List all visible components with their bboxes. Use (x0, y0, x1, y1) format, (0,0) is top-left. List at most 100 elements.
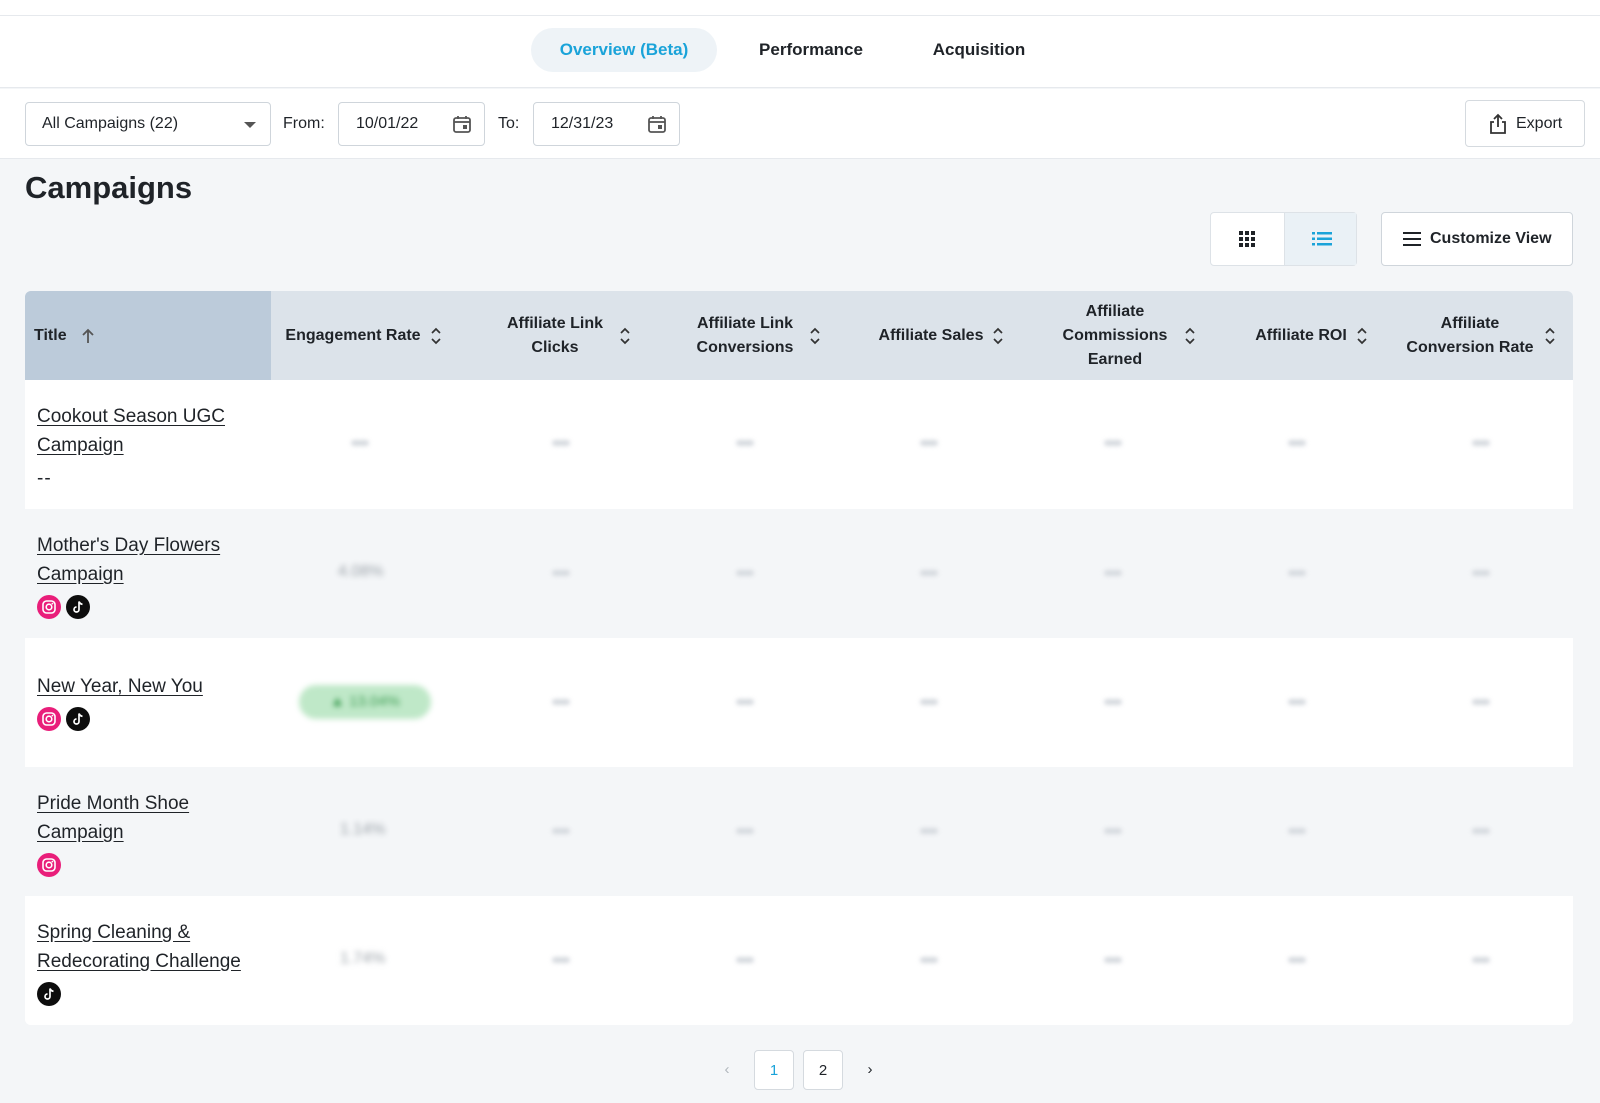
campaign-title-link[interactable]: New Year, New You (37, 676, 203, 697)
affiliate-roi-value (1288, 570, 1306, 576)
page-title: Campaigns (25, 170, 193, 205)
tab-performance[interactable]: Performance (740, 28, 882, 72)
campaign-title-cell: Pride Month Shoe Campaign (37, 789, 269, 877)
campaign-title-cell: Mother's Day Flowers Campaign (37, 531, 269, 619)
tiktok-icon (37, 982, 61, 1006)
prev-page-button[interactable]: ‹ (707, 1050, 747, 1090)
next-page-button[interactable]: › (850, 1050, 890, 1090)
grid-view-button[interactable] (1211, 213, 1284, 265)
column-header-label: Affiliate Sales (878, 326, 984, 344)
affiliate-conversion-rate-value (1472, 957, 1490, 963)
affiliate-sales-value (920, 699, 938, 705)
list-view-button[interactable] (1283, 213, 1356, 265)
campaign-select-value: All Campaigns (22) (42, 115, 179, 132)
chevron-down-icon (244, 122, 256, 128)
list-icon (1311, 232, 1332, 246)
engagement-rate-badge: ▲ 13.04% (299, 685, 431, 719)
grid-icon (1239, 231, 1255, 247)
tab-acquisition[interactable]: Acquisition (910, 28, 1048, 72)
top-strip (0, 0, 1600, 16)
sort-icon (1357, 327, 1367, 344)
column-header-affiliate-conversion-rate[interactable]: Affiliate Conversion Rate (1390, 291, 1570, 380)
affiliate-sales-value (920, 440, 938, 446)
campaign-title-link[interactable]: Cookout Season UGC Campaign (37, 406, 225, 456)
affiliate-link-conversions-value (736, 828, 754, 834)
column-header-affiliate-link-conversions[interactable]: Affiliate Link Conversions (665, 291, 845, 380)
platform-icons (37, 853, 269, 877)
sort-icon (1545, 327, 1555, 344)
column-header-label: Affiliate Conversion Rate (1406, 314, 1534, 356)
calendar-icon[interactable] (452, 114, 472, 134)
page-1-button[interactable]: 1 (754, 1050, 794, 1090)
table-row[interactable]: Pride Month Shoe Campaign 1.14% (25, 767, 1573, 896)
tab-overview[interactable]: Overview (Beta) (531, 28, 717, 72)
column-header-affiliate-sales[interactable]: Affiliate Sales (851, 291, 1031, 380)
engagement-rate-value: 1.14% (340, 821, 386, 838)
column-header-affiliate-link-clicks[interactable]: Affiliate Link Clicks (475, 291, 655, 380)
table-row[interactable]: Cookout Season UGC Campaign -- (25, 380, 1573, 509)
campaigns-table: Title Engagement Rate Affiliate Link Cli… (25, 291, 1573, 1025)
affiliate-link-conversions-value (736, 957, 754, 963)
platform-icons (37, 982, 269, 1006)
affiliate-link-clicks-value (552, 570, 570, 576)
column-header-label: Affiliate ROI (1255, 326, 1347, 344)
affiliate-link-conversions-value (736, 699, 754, 705)
table-row[interactable]: Mother's Day Flowers Campaign 4.08% (25, 509, 1573, 638)
affiliate-conversion-rate-value (1472, 699, 1490, 705)
table-row[interactable]: New Year, New You ▲ 13.04% (25, 638, 1573, 767)
to-date-value: 12/31/23 (551, 115, 614, 132)
view-toggle (1210, 212, 1357, 266)
customize-view-button[interactable]: Customize View (1381, 212, 1573, 266)
affiliate-commissions-value (1104, 957, 1122, 963)
engagement-rate-value: 13.04% (349, 693, 400, 710)
from-date-input[interactable]: 10/01/22 (338, 102, 485, 146)
column-header-affiliate-commissions-earned[interactable]: Affiliate Commissions Earned (1035, 291, 1215, 380)
affiliate-commissions-value (1104, 699, 1122, 705)
campaign-title-link[interactable]: Mother's Day Flowers Campaign (37, 535, 220, 585)
engagement-rate-value: 1.74% (340, 950, 386, 967)
instagram-icon (37, 853, 61, 877)
platform-icons (37, 707, 269, 731)
pagination: ‹ 1 2 › (0, 1050, 1600, 1090)
share-icon (1490, 113, 1506, 134)
affiliate-link-clicks-value (552, 699, 570, 705)
campaign-title-link[interactable]: Spring Cleaning & Redecorating Challenge (37, 922, 241, 972)
affiliate-link-conversions-value (736, 570, 754, 576)
no-platforms-text: -- (37, 468, 52, 489)
from-date-value: 10/01/22 (356, 115, 419, 132)
column-header-title[interactable]: Title (25, 291, 271, 380)
sort-icon (1185, 327, 1195, 344)
affiliate-sales-value (920, 570, 938, 576)
affiliate-commissions-value (1104, 570, 1122, 576)
affiliate-link-clicks-value (552, 440, 570, 446)
campaign-title-link[interactable]: Pride Month Shoe Campaign (37, 793, 189, 843)
affiliate-sales-value (920, 957, 938, 963)
table-header: Title Engagement Rate Affiliate Link Cli… (25, 291, 1573, 380)
affiliate-conversion-rate-value (1472, 440, 1490, 446)
page-2-button[interactable]: 2 (803, 1050, 843, 1090)
column-header-label: Engagement Rate (285, 326, 421, 344)
affiliate-commissions-value (1104, 828, 1122, 834)
affiliate-link-conversions-value (736, 440, 754, 446)
tab-bar: Overview (Beta) Performance Acquisition (0, 16, 1600, 88)
affiliate-link-clicks-value (552, 828, 570, 834)
from-label: From: (283, 115, 325, 132)
export-button[interactable]: Export (1465, 100, 1585, 147)
campaign-title-cell: Cookout Season UGC Campaign -- (37, 402, 269, 493)
engagement-rate-value (351, 440, 369, 446)
affiliate-link-clicks-value (552, 957, 570, 963)
sort-icon (810, 327, 820, 344)
column-header-affiliate-roi[interactable]: Affiliate ROI (1221, 291, 1401, 380)
platform-icons (37, 595, 269, 619)
affiliate-commissions-value (1104, 440, 1122, 446)
affiliate-roi-value (1288, 699, 1306, 705)
calendar-icon[interactable] (647, 114, 667, 134)
column-header-label: Title (34, 326, 67, 344)
filter-bar: All Campaigns (22) From: 10/01/22 To: 12… (0, 89, 1600, 159)
campaign-select[interactable]: All Campaigns (22) (25, 102, 271, 146)
affiliate-conversion-rate-value (1472, 570, 1490, 576)
sort-icon (430, 327, 441, 344)
to-date-input[interactable]: 12/31/23 (533, 102, 680, 146)
column-header-engagement-rate[interactable]: Engagement Rate (271, 291, 455, 380)
table-row[interactable]: Spring Cleaning & Redecorating Challenge… (25, 896, 1573, 1025)
